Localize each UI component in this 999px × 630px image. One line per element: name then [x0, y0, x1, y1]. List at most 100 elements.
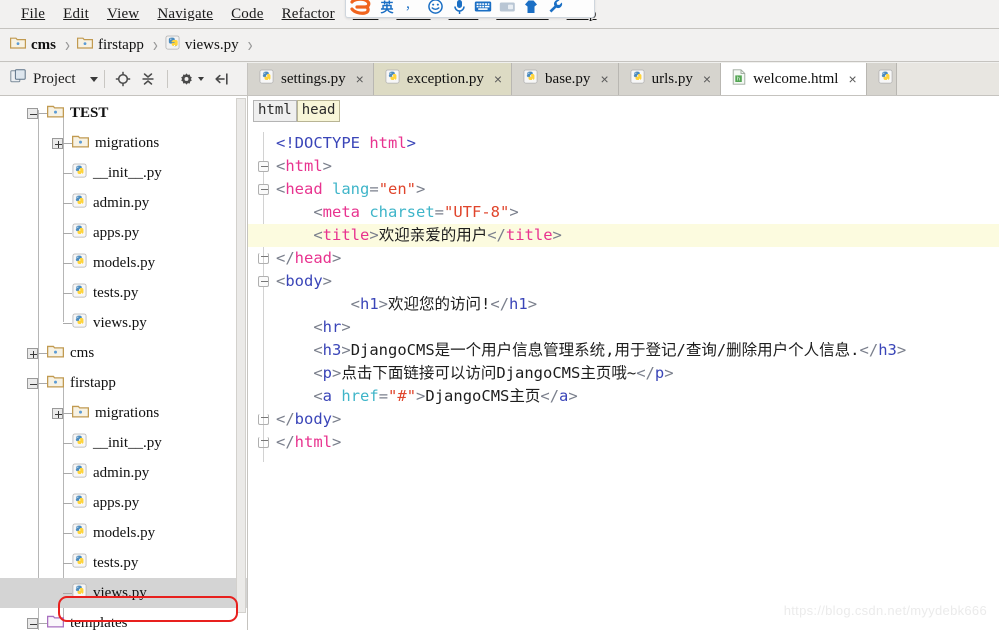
- tree-item-models-py[interactable]: models.py: [0, 248, 247, 278]
- tree-item-firstapp-migrations[interactable]: migrations: [0, 398, 247, 428]
- python-file-icon: [72, 463, 87, 483]
- tree-item-firstapp-admin-py[interactable]: admin.py: [0, 458, 247, 488]
- tree-item-admin-py[interactable]: admin.py: [0, 188, 247, 218]
- tree-item-firstapp[interactable]: firstapp: [0, 368, 247, 398]
- toolbox-icon[interactable]: [543, 0, 567, 16]
- close-icon[interactable]: ×: [848, 72, 856, 86]
- english-mode-icon[interactable]: 英: [375, 0, 399, 16]
- menu-refactor[interactable]: Refactor: [273, 4, 344, 25]
- close-icon[interactable]: ×: [703, 72, 711, 86]
- settings-dropdown-caret-icon[interactable]: [197, 77, 204, 81]
- editor-tab-welcome-html[interactable]: h welcome.html ×: [721, 63, 867, 95]
- clipboard-icon[interactable]: [495, 0, 519, 16]
- code-line[interactable]: <head lang="en">: [248, 178, 999, 201]
- chevron-down-icon[interactable]: [89, 76, 98, 82]
- menu-view[interactable]: View: [98, 4, 148, 25]
- breadcrumb-item-views-py[interactable]: views.py: [165, 35, 239, 55]
- breadcrumb-item-firstapp[interactable]: firstapp: [77, 36, 144, 54]
- emoji-icon[interactable]: [423, 0, 447, 16]
- html-breadcrumb-head[interactable]: head: [296, 100, 341, 122]
- code-line[interactable]: <title>欢迎亲爱的用户</title>: [248, 224, 999, 247]
- code-line[interactable]: <h3>DjangoCMS是一个用户信息管理系统,用于登记/查询/删除用户个人信…: [248, 339, 999, 362]
- close-icon[interactable]: ×: [600, 72, 608, 86]
- collapse-toggle-icon[interactable]: [27, 377, 38, 389]
- locate-target-icon[interactable]: [113, 69, 134, 90]
- sogou-ime-toolbar[interactable]: 英 ，: [345, 0, 595, 18]
- python-file-icon: [878, 69, 893, 89]
- collapse-toggle-icon[interactable]: [27, 617, 38, 629]
- code-line[interactable]: </body>: [248, 408, 999, 431]
- code-line[interactable]: <html>: [248, 155, 999, 178]
- settings-gear-icon[interactable]: [176, 69, 197, 90]
- code-line[interactable]: <hr>: [248, 316, 999, 339]
- tree-item-cms[interactable]: cms: [0, 338, 247, 368]
- code-line[interactable]: </html>: [248, 431, 999, 454]
- project-file-tree[interactable]: TEST migrations __init__.py admin.py app…: [0, 96, 248, 630]
- svg-text:h: h: [737, 76, 740, 82]
- menu-file[interactable]: File: [12, 4, 54, 25]
- fold-collapse-icon[interactable]: [258, 161, 269, 172]
- code-token-br: <: [276, 180, 286, 198]
- python-file-icon: [72, 313, 87, 333]
- tree-item-firstapp-apps-py[interactable]: apps.py: [0, 488, 247, 518]
- fold-end-icon[interactable]: [258, 437, 269, 448]
- tree-item-firstapp-views-py[interactable]: views.py: [0, 578, 247, 608]
- tree-item-test[interactable]: TEST: [0, 98, 247, 128]
- editor-tab-partial[interactable]: [866, 63, 897, 95]
- editor-code-area[interactable]: <!DOCTYPE html> <html> <head lang="en"> <m…: [248, 126, 999, 462]
- tree-item-views-py[interactable]: views.py: [0, 308, 247, 338]
- tree-connector: [38, 382, 47, 384]
- expand-toggle-icon[interactable]: [52, 137, 63, 149]
- fold-collapse-icon[interactable]: [258, 276, 269, 287]
- code-line[interactable]: <!DOCTYPE html>: [248, 132, 999, 155]
- tree-item-tests-py[interactable]: tests.py: [0, 278, 247, 308]
- html-breadcrumb-html[interactable]: html: [253, 100, 297, 122]
- sogou-logo-icon[interactable]: [349, 0, 373, 16]
- fold-collapse-icon[interactable]: [258, 184, 269, 195]
- editor-tab-exception-py[interactable]: exception.py ×: [373, 63, 513, 95]
- editor-tab-urls-py[interactable]: urls.py ×: [618, 63, 722, 95]
- menu-edit[interactable]: Edit: [54, 4, 98, 25]
- hide-panel-icon[interactable]: [212, 69, 233, 90]
- breadcrumb-separator: ›: [152, 33, 158, 57]
- tree-item-templates[interactable]: templates: [0, 608, 247, 630]
- code-token-br: <: [276, 272, 286, 290]
- punctuation-icon[interactable]: ，: [399, 0, 423, 16]
- expand-toggle-icon[interactable]: [52, 407, 63, 419]
- collapse-all-icon[interactable]: [138, 69, 159, 90]
- microphone-icon[interactable]: [447, 0, 471, 16]
- code-line[interactable]: <meta charset="UTF-8">: [248, 201, 999, 224]
- tree-item-label: views.py: [93, 314, 147, 331]
- code-editor[interactable]: html head <!DOCTYPE html> <html> <head lan…: [248, 96, 999, 630]
- close-icon[interactable]: ×: [356, 72, 364, 86]
- tree-item-apps-py[interactable]: apps.py: [0, 218, 247, 248]
- code-line[interactable]: <p>点击下面链接可以访问DjangoCMS主页哦~</p>: [248, 362, 999, 385]
- tree-scrollbar-thumb[interactable]: [236, 98, 246, 613]
- python-file-icon: [72, 523, 87, 543]
- code-line[interactable]: <body>: [248, 270, 999, 293]
- breadcrumb-item-cms[interactable]: cms: [10, 36, 56, 54]
- code-line[interactable]: <h1>欢迎您的访问!</h1>: [248, 293, 999, 316]
- tree-item-firstapp-models-py[interactable]: models.py: [0, 518, 247, 548]
- tree-item-init-py[interactable]: __init__.py: [0, 158, 247, 188]
- editor-tab-settings-py[interactable]: settings.py ×: [248, 63, 374, 95]
- fold-end-icon[interactable]: [258, 414, 269, 425]
- tree-item-firstapp-tests-py[interactable]: tests.py: [0, 548, 247, 578]
- code-line[interactable]: <a href="#">DjangoCMS主页</a>: [248, 385, 999, 408]
- close-icon[interactable]: ×: [494, 72, 502, 86]
- menu-navigate[interactable]: Navigate: [148, 4, 222, 25]
- expand-toggle-icon[interactable]: [27, 347, 38, 359]
- code-token-br: >: [416, 180, 426, 198]
- folder-icon: [72, 404, 89, 423]
- keyboard-icon[interactable]: [471, 0, 495, 16]
- fold-end-icon[interactable]: [258, 253, 269, 264]
- editor-tab-base-py[interactable]: base.py ×: [512, 63, 619, 95]
- menu-code[interactable]: Code: [222, 4, 272, 25]
- code-token-br: <: [313, 387, 323, 405]
- code-line[interactable]: </head>: [248, 247, 999, 270]
- tree-item-firstapp-init-py[interactable]: __init__.py: [0, 428, 247, 458]
- editor-tab-label: urls.py: [651, 70, 693, 87]
- skin-icon[interactable]: [519, 0, 543, 16]
- collapse-toggle-icon[interactable]: [27, 107, 38, 119]
- tree-item-migrations[interactable]: migrations: [0, 128, 247, 158]
